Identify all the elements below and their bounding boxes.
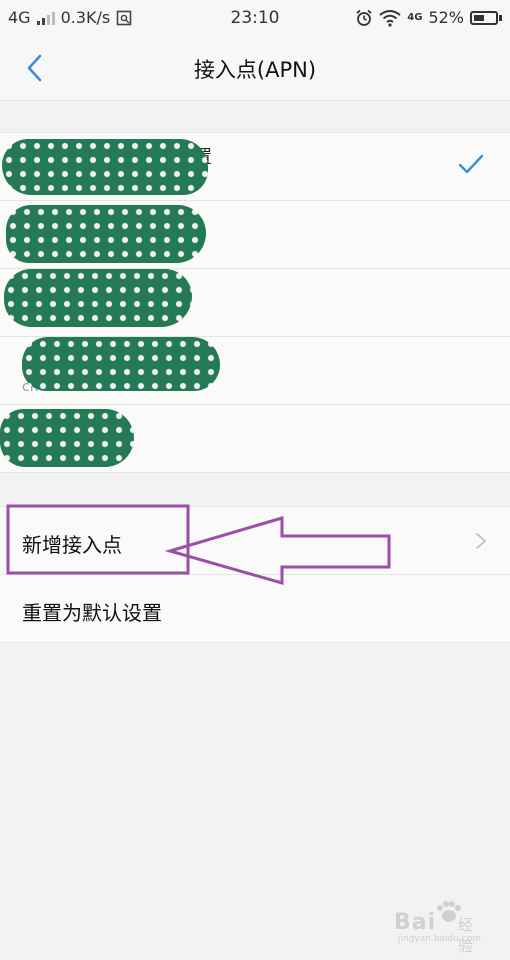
apn-item[interactable]: cmw bbox=[0, 337, 510, 405]
status-bar: 4G 0.3K/s 23:10 4G 52% bbox=[0, 0, 510, 36]
status-right: 4G 52% bbox=[355, 8, 502, 27]
redaction-mark bbox=[2, 139, 208, 195]
watermark-text: Bai bbox=[394, 910, 437, 935]
reset-default-label: 重置为默认设置 bbox=[22, 601, 162, 625]
battery-icon bbox=[470, 10, 502, 25]
add-apn-label: 新增接入点 bbox=[22, 533, 122, 557]
redaction-mark bbox=[6, 205, 206, 263]
chevron-right-icon bbox=[476, 533, 486, 549]
apn-item[interactable] bbox=[0, 269, 510, 337]
apn-item[interactable] bbox=[0, 405, 510, 472]
redaction-mark bbox=[0, 409, 134, 467]
network-type-small: 4G bbox=[407, 12, 423, 23]
checkmark-icon bbox=[458, 154, 484, 174]
apn-actions: 新增接入点 重置为默认设置 bbox=[0, 506, 510, 643]
redaction-mark bbox=[4, 269, 192, 327]
page-title: 接入点(APN) bbox=[193, 58, 317, 82]
apn-item[interactable]: 置 bbox=[0, 133, 510, 201]
alarm-icon bbox=[356, 9, 372, 26]
redaction-mark bbox=[22, 337, 220, 391]
watermark-url: jingyan.baidu.com bbox=[398, 934, 482, 944]
reset-default-row[interactable]: 重置为默认设置 bbox=[0, 575, 510, 642]
apn-item[interactable]: c bbox=[0, 201, 510, 269]
apn-list: 置 c cmw bbox=[0, 132, 510, 473]
add-apn-row[interactable]: 新增接入点 bbox=[0, 507, 510, 575]
app-header: 接入点(APN) bbox=[0, 36, 510, 101]
wifi-icon bbox=[379, 9, 401, 27]
baidu-watermark: Bai 经验 jingyan.baidu.com bbox=[394, 901, 484, 955]
battery-percent: 52% bbox=[428, 8, 464, 27]
